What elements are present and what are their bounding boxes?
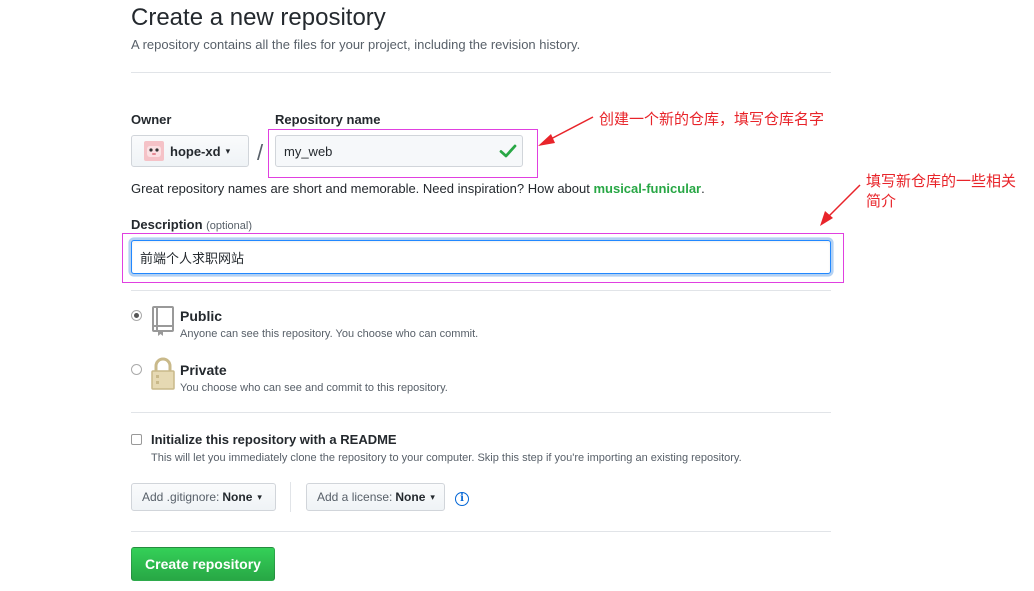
annotation-repo-name-note: 创建一个新的仓库，填写仓库名字 [599,110,825,128]
annotation-description-note-line2: 简介 [866,192,897,210]
arrow-icon [538,116,594,146]
arrow-icon [820,184,861,226]
annotation-arrows [538,116,861,226]
annotation-description-note-line1: 填写新仓库的一些相关 [866,172,1017,190]
